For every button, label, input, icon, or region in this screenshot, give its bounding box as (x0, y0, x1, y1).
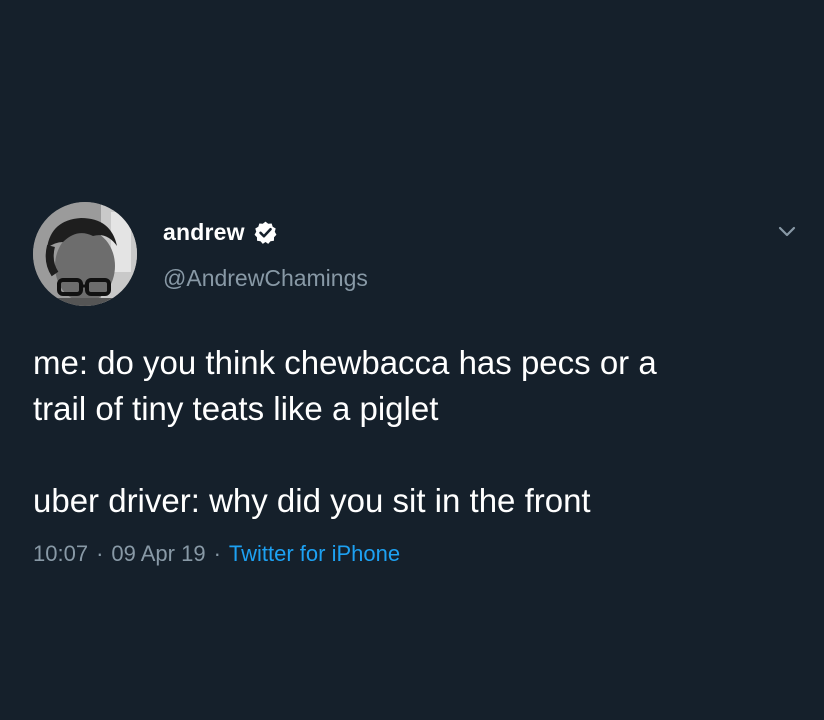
tweet-text-line: trail of tiny teats like a piglet (33, 390, 439, 427)
chevron-down-icon[interactable] (776, 220, 798, 242)
tweet-text: me: do you think chewbacca has pecs or a… (33, 340, 793, 524)
tweet-date[interactable]: 09 Apr 19 (111, 541, 205, 566)
tweet-card: andrew @AndrewChamings me: do you think … (0, 0, 824, 720)
meta-separator: · (213, 541, 221, 566)
tweet-text-line: uber driver: why did you sit in the fron… (33, 482, 591, 519)
tweet-time[interactable]: 10:07 (33, 541, 88, 566)
verified-badge-icon (253, 220, 278, 245)
author-handle[interactable]: @AndrewChamings (163, 265, 368, 292)
tweet-text-line: me: do you think chewbacca has pecs or a (33, 344, 657, 381)
avatar[interactable] (33, 202, 137, 306)
avatar-photo (33, 202, 137, 306)
author-line: andrew (163, 217, 278, 247)
meta-separator: · (96, 541, 104, 566)
tweet-source-link[interactable]: Twitter for iPhone (229, 541, 400, 566)
display-name[interactable]: andrew (163, 219, 245, 246)
tweet-metadata: 10:07 · 09 Apr 19 · Twitter for iPhone (33, 541, 400, 567)
